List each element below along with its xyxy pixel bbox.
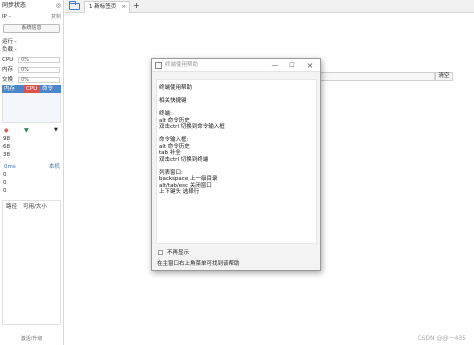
disk-value: 0 <box>3 180 7 186</box>
sync-status-title: 同步状态 <box>2 2 27 9</box>
dialog-titlebar[interactable]: 终端使用帮助 — ☐ × <box>152 59 320 72</box>
memory-meter: 内存 0% <box>2 66 61 74</box>
upload-icon: ◆ <box>4 127 9 134</box>
size-column-header: 可用/大小 <box>23 204 47 210</box>
network-dropdown-icon[interactable]: ▼ <box>54 127 58 133</box>
process-sort-command[interactable]: 命令 <box>42 85 53 93</box>
process-sort-cpu[interactable]: CPU <box>24 85 40 93</box>
help-line: 上下键头 选择行 <box>159 189 200 195</box>
swap-meter-value: 0% <box>18 77 60 83</box>
tab-label: 1 新标签页 <box>89 4 117 10</box>
help-text: 终端使用帮助 相关快捷键 终端: alt 命令历史 双击ctrl 切换到命令输入… <box>156 79 317 244</box>
swap-meter: 交换 0% <box>2 76 61 84</box>
network-value: 38 <box>3 152 10 158</box>
add-tab-button[interactable]: + <box>133 1 140 11</box>
cpu-meter-value: 0% <box>18 57 60 63</box>
reopen-hint: 在主窗口右上角菜单可找到该帮助 <box>157 261 240 267</box>
process-sort-memory[interactable]: 内存 <box>4 85 15 93</box>
process-list[interactable] <box>2 93 61 123</box>
cpu-meter: CPU 0% <box>2 56 61 64</box>
filesystem-table: 路径 可用/大小 <box>2 200 61 325</box>
download-icon: ▼ <box>24 127 29 134</box>
help-dialog: 终端使用帮助 — ☐ × 终端使用帮助 相关快捷键 终端: alt 命令历史 双… <box>151 58 321 271</box>
swap-meter-label: 交换 <box>2 77 14 83</box>
checkbox-icon[interactable] <box>158 250 163 255</box>
local-select[interactable]: 本机 <box>49 163 60 171</box>
sidebar: 同步状态 ◎ IP - 复制 系统信息 运行 - 负载 - CPU 0% 内存 … <box>0 0 64 345</box>
uptime-label: 运行 - <box>2 39 17 45</box>
disk-values: 0 0 0 <box>3 171 7 195</box>
disk-value: 0 <box>3 172 7 178</box>
dialog-title: 终端使用帮助 <box>165 62 199 68</box>
minimize-icon[interactable]: — <box>268 59 282 72</box>
network-value: 98 <box>3 136 10 142</box>
network-header: ◆ ▼ ▼ <box>2 127 61 135</box>
dont-show-again-label: 不再显示 <box>167 250 190 256</box>
close-tab-icon[interactable]: × <box>121 2 126 13</box>
system-info-button[interactable]: 系统信息 <box>3 24 60 33</box>
cpu-meter-label: CPU <box>2 57 14 63</box>
tab-bar: 1 新标签页 × + <box>65 0 474 13</box>
memory-meter-value: 0% <box>18 67 60 73</box>
maximize-icon[interactable]: ☐ <box>285 59 299 72</box>
copy-ip-button[interactable]: 复制 <box>51 13 61 20</box>
dont-show-again-checkbox[interactable]: 不再显示 <box>158 249 189 257</box>
process-table-header: 内存 CPU 命令 <box>2 85 61 93</box>
app-icon <box>155 62 162 69</box>
latency-label: 0ms <box>4 164 16 170</box>
folder-icon[interactable] <box>69 1 80 10</box>
disk-value: 0 <box>3 188 7 194</box>
watermark: CSDN @@一435 <box>417 335 466 342</box>
clear-button[interactable]: 清空 <box>435 72 453 81</box>
network-values: 98 68 38 <box>3 135 10 159</box>
network-value: 68 <box>3 144 10 150</box>
close-dialog-icon[interactable]: × <box>303 59 317 72</box>
path-column-header: 路径 <box>6 204 18 210</box>
activate-upgrade-link[interactable]: 激活/升级 <box>0 335 63 342</box>
close-icon[interactable]: ◎ <box>56 2 61 9</box>
tab-new-page[interactable]: 1 新标签页 × <box>84 1 130 13</box>
disk-header: 0ms 本机 <box>2 163 61 171</box>
load-label: 负载 - <box>2 47 17 53</box>
memory-meter-label: 内存 <box>2 67 14 73</box>
